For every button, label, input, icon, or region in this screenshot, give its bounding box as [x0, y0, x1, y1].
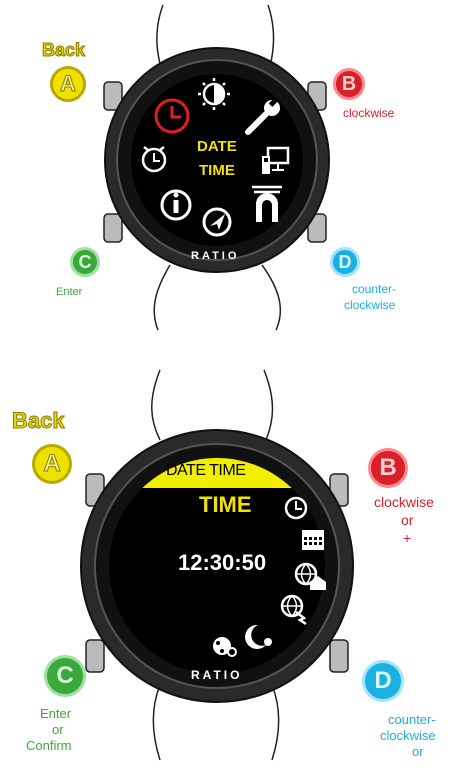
clock-small-icon [284, 496, 308, 520]
screen-title-bottom: TIME [199, 492, 252, 517]
button-c-top[interactable]: C [70, 247, 100, 277]
info-icon [160, 189, 192, 221]
screen-line2-top: TIME [199, 162, 235, 179]
button-c-bottom[interactable]: C [44, 655, 86, 697]
button-b-action-top: clockwise [343, 106, 395, 120]
button-c-action-bottom-2: or [52, 722, 64, 737]
button-d-action-bottom-1: counter- [388, 712, 436, 727]
button-b-action-bottom-3: + [403, 530, 412, 546]
navigation-icon [202, 207, 232, 237]
button-c-action-bottom-3: Confirm [26, 738, 72, 753]
back-label-bottom: Back [12, 408, 66, 434]
button-d-action-top-1: counter- [352, 282, 397, 296]
button-c-action-top: Enter [56, 286, 83, 298]
button-b-bottom[interactable]: B [368, 448, 408, 488]
screen-header-bottom: DATE TIME [166, 462, 246, 479]
alarm-icon [141, 146, 167, 173]
screen-time-bottom: 12:30:50 [178, 550, 267, 575]
button-b-action-bottom-2: or [401, 512, 414, 528]
button-b-action-bottom-1: clockwise [374, 494, 434, 510]
screen-line1-top: DATE [197, 138, 237, 155]
button-a-bottom[interactable]: A [32, 444, 72, 484]
clock-icon [154, 98, 190, 134]
brand-top: RATIO [191, 250, 240, 262]
button-b-top[interactable]: B [333, 68, 365, 100]
button-d-action-bottom-2: clockwise [380, 728, 436, 743]
button-a-top[interactable]: A [50, 66, 86, 102]
button-d-action-bottom-3: or [412, 744, 424, 759]
brand-bottom: RATIO [191, 668, 243, 682]
button-d-bottom[interactable]: D [362, 660, 404, 702]
button-d-action-top-2: clockwise [344, 298, 396, 312]
back-label-top: Back [41, 40, 86, 61]
button-d-top[interactable]: D [330, 247, 360, 277]
button-c-action-bottom-1: Enter [40, 706, 72, 721]
calendar-icon [302, 530, 324, 550]
